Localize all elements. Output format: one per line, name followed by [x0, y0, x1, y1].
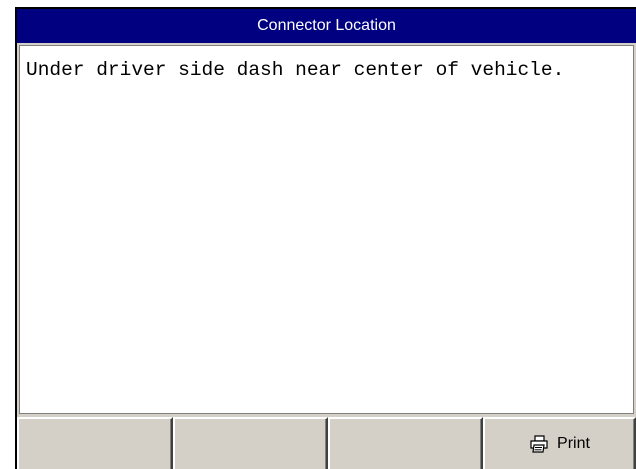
function-key-2-button[interactable]: [173, 417, 328, 469]
print-button-label: Print: [557, 435, 590, 452]
function-key-3-button[interactable]: [328, 417, 483, 469]
printer-icon: [529, 435, 549, 453]
connector-location-window: Connector Location Under driver side das…: [15, 7, 636, 469]
connector-location-text: Under driver side dash near center of ve…: [19, 45, 634, 414]
function-key-bar: Print: [17, 415, 636, 469]
print-button[interactable]: Print: [483, 417, 636, 469]
window-title: Connector Location: [17, 9, 636, 43]
function-key-1-button[interactable]: [17, 417, 173, 469]
